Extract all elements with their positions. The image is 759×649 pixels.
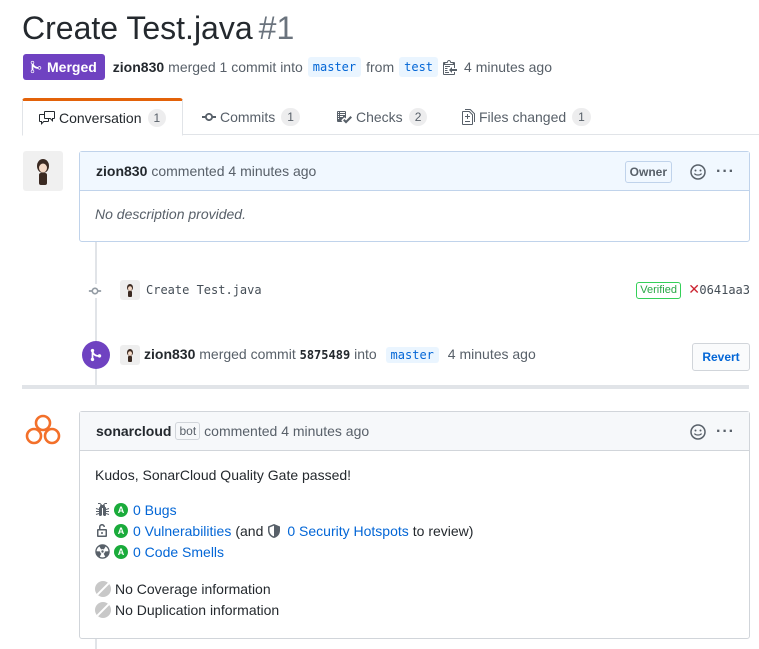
merge-event-into: into: [354, 346, 377, 362]
radiation-icon: [95, 544, 111, 559]
timeline-line: [95, 638, 97, 649]
grade-badge[interactable]: A: [114, 502, 128, 517]
tab-checks[interactable]: Checks 2: [336, 98, 428, 135]
merge-time: 4 minutes ago: [464, 59, 552, 75]
comment-timestamp: commented 4 minutes ago: [204, 423, 370, 439]
tab-checks-label: Checks: [356, 108, 403, 125]
tab-conversation[interactable]: Conversation 1: [22, 98, 184, 136]
status-fail-icon[interactable]: ✕: [688, 281, 700, 298]
code-smells-row: A 0 Code Smells: [95, 541, 734, 562]
checklist-icon: [337, 110, 352, 123]
merged-state-badge: Merged: [23, 54, 105, 80]
tab-checks-count: 2: [408, 107, 428, 126]
bot-label: bot: [175, 422, 201, 440]
tab-commits-label: Commits: [220, 108, 276, 125]
vulnerabilities-post: to review): [412, 522, 474, 539]
sonarcloud-logo-icon[interactable]: [23, 411, 63, 451]
base-branch[interactable]: master: [307, 57, 362, 77]
shield-icon: [267, 523, 283, 539]
head-branch[interactable]: test: [399, 57, 439, 77]
comment-timestamp: commented 4 minutes ago: [151, 163, 317, 179]
vulnerabilities-row: A 0 Vulnerabilities (and 0 Security Hots…: [95, 520, 734, 541]
commit-message-link[interactable]: Create Test.java: [146, 283, 262, 297]
verified-badge[interactable]: Verified: [636, 282, 681, 299]
avatar[interactable]: [120, 345, 140, 365]
grade-badge[interactable]: A: [114, 544, 128, 559]
kebab-menu-icon[interactable]: ···: [716, 163, 735, 180]
smiley-icon[interactable]: [690, 423, 706, 440]
duplication-text: No Duplication information: [115, 601, 280, 618]
unlock-icon: [95, 523, 111, 539]
comment-author[interactable]: zion830: [96, 163, 147, 179]
tab-files-changed[interactable]: Files changed 1: [462, 98, 591, 135]
comment-box: sonarcloud bot commented 4 minutes ago ·…: [79, 411, 750, 639]
merge-event-time: 4 minutes ago: [447, 346, 536, 362]
merge-icon: [30, 60, 42, 74]
comment-text: No description provided.: [95, 206, 246, 222]
copy-branch-icon[interactable]: [443, 59, 458, 75]
pr-tabs: Conversation 1 Commits 1 Checks 2 Files …: [22, 98, 759, 136]
pr-author-link[interactable]: zion830: [113, 59, 164, 75]
merge-icon: [90, 348, 102, 362]
tab-conversation-label: Conversation: [59, 110, 142, 126]
git-commit-icon: [88, 284, 102, 298]
owner-label: Owner: [624, 160, 673, 183]
merge-summary-text: merged 1 commit into: [168, 59, 303, 75]
bugs-row: A 0 Bugs: [95, 499, 734, 520]
tab-files-changed-count: 1: [572, 107, 591, 126]
tab-conversation-count: 1: [147, 109, 167, 127]
avatar[interactable]: [120, 280, 140, 300]
git-commit-icon: [202, 112, 216, 121]
no-data-icon: [95, 601, 111, 618]
avatar[interactable]: [23, 151, 63, 191]
comment-body: Kudos, SonarCloud Quality Gate passed! A…: [80, 451, 749, 635]
vulnerabilities-link[interactable]: 0 Vulnerabilities: [133, 523, 231, 539]
coverage-text: No Coverage information: [115, 580, 271, 597]
comment-header: zion830 commented 4 minutes ago Owner ··…: [80, 152, 749, 191]
file-diff-icon: [462, 108, 475, 125]
merge-author-link[interactable]: zion830: [144, 346, 195, 362]
commit-row: Create Test.java Verified ✕ 0641aa3: [86, 280, 750, 302]
no-data-icon: [95, 580, 111, 597]
security-hotspots-link[interactable]: 0 Security Hotspots: [287, 523, 408, 539]
comment-box: zion830 commented 4 minutes ago Owner ··…: [79, 151, 750, 242]
pr-title-text: Create Test.java: [22, 10, 253, 46]
kebab-menu-icon[interactable]: ···: [716, 423, 735, 440]
tab-files-changed-label: Files changed: [479, 108, 567, 125]
comment-header: sonarcloud bot commented 4 minutes ago ·…: [80, 412, 749, 451]
coverage-row: No Coverage information: [95, 578, 734, 599]
pr-meta: Merged zion830 merged 1 commit into mast…: [23, 54, 552, 80]
merge-event-badge: [82, 341, 110, 369]
bugs-link[interactable]: 0 Bugs: [133, 502, 177, 518]
timeline-divider: [22, 385, 749, 389]
comment-author[interactable]: sonarcloud: [96, 423, 171, 439]
merge-event-verb: merged commit: [199, 346, 296, 362]
merge-event-text: zion830 merged commit 5875489 into maste…: [144, 346, 536, 364]
comment-body: No description provided.: [80, 191, 749, 237]
merge-event: zion830 merged commit 5875489 into maste…: [82, 340, 750, 371]
tab-commits[interactable]: Commits 1: [202, 98, 300, 135]
vulnerabilities-pre: (and: [235, 522, 264, 539]
tab-commits-count: 1: [281, 107, 300, 126]
smiley-icon[interactable]: [690, 163, 706, 180]
duplication-row: No Duplication information: [95, 599, 734, 620]
commit-sha-link[interactable]: 0641aa3: [699, 283, 750, 297]
merge-sha-link[interactable]: 5875489: [300, 348, 351, 362]
code-smells-link[interactable]: 0 Code Smells: [133, 544, 224, 560]
merge-target-branch[interactable]: master: [385, 347, 439, 363]
quality-gate-heading: Kudos, SonarCloud Quality Gate passed!: [95, 467, 352, 483]
pr-title: Create Test.java #1: [22, 8, 294, 48]
pr-number: #1: [258, 10, 295, 46]
bug-icon: [95, 502, 111, 518]
merged-label: Merged: [47, 59, 97, 75]
revert-button[interactable]: Revert: [692, 343, 750, 371]
grade-badge[interactable]: A: [114, 523, 128, 538]
from-text: from: [366, 59, 395, 75]
comment-discussion-icon: [39, 111, 55, 125]
